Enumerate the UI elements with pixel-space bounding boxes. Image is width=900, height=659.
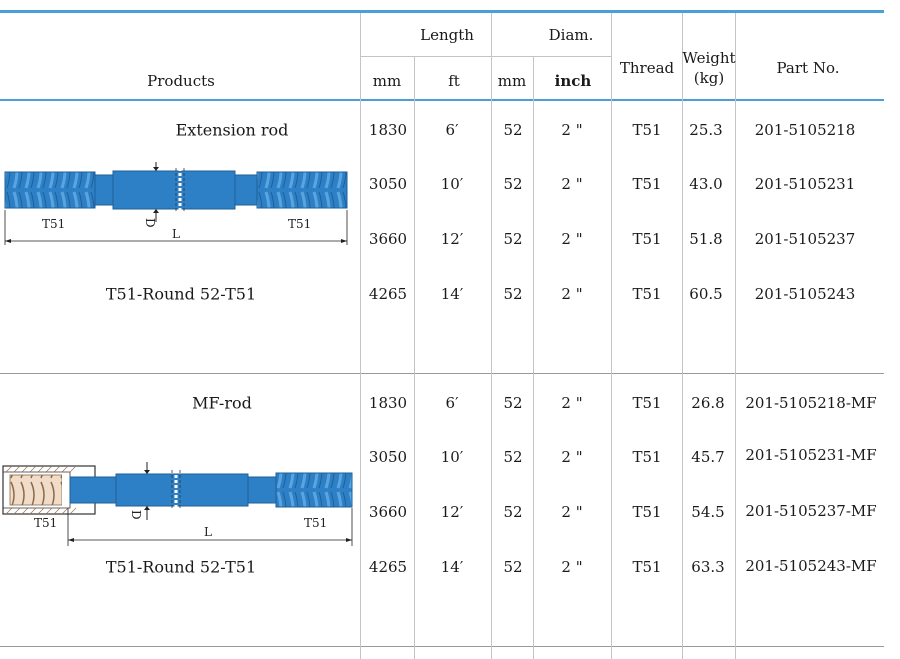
cell-mm: 4265 <box>368 285 408 303</box>
cell-diam-inch: 2 " <box>561 175 583 193</box>
extension-rod-title: Extension rod <box>175 120 289 140</box>
header-diam: Diam. <box>548 26 594 44</box>
cell-diam-inch: 2 " <box>561 558 583 576</box>
rod-body <box>115 473 249 507</box>
header-diam-inch: inch <box>554 72 592 90</box>
cell-part-no: 201-5105218 <box>754 121 856 139</box>
cell-ft: 12′ <box>440 503 464 521</box>
cell-thread: T51 <box>632 285 662 303</box>
cell-ft: 6′ <box>445 394 459 412</box>
cell-thread: T51 <box>632 175 662 193</box>
header-products: Products <box>147 72 215 90</box>
header-part-no: Part No. <box>776 59 840 77</box>
cell-weight: 51.8 <box>689 230 723 248</box>
header-weight-unit: (kg) <box>693 69 725 87</box>
cell-thread: T51 <box>632 230 662 248</box>
left-thread-label: T51 <box>42 217 65 231</box>
length-dimension-label: L <box>204 525 212 539</box>
cell-diam-inch: 2 " <box>561 394 583 412</box>
cell-weight: 45.7 <box>691 448 725 466</box>
column-divider <box>611 13 612 659</box>
cell-mm: 3050 <box>368 175 408 193</box>
section-separator-bottom <box>0 646 884 647</box>
header-bottom-rule <box>0 99 884 101</box>
cell-mm: 1830 <box>368 121 408 139</box>
female-thread <box>9 474 63 506</box>
cell-ft: 10′ <box>440 448 464 466</box>
cell-thread: T51 <box>632 558 662 576</box>
cell-ft: 14′ <box>440 285 464 303</box>
cell-thread: T51 <box>632 121 662 139</box>
cell-diam-mm: 52 <box>503 503 523 521</box>
cell-diam-inch: 2 " <box>561 121 583 139</box>
left-thread-label: T51 <box>34 516 57 530</box>
cell-diam-inch: 2 " <box>561 448 583 466</box>
mf-rod-diagram: T51 T51 L D <box>2 462 353 546</box>
cell-weight: 63.3 <box>691 558 725 576</box>
cell-diam-mm: 52 <box>503 175 523 193</box>
cell-mm: 3050 <box>368 448 408 466</box>
cell-weight: 25.3 <box>689 121 723 139</box>
cell-mm: 3660 <box>368 503 408 521</box>
cell-diam-mm: 52 <box>503 121 523 139</box>
cell-part-no: 201-5105231-MF <box>745 446 877 464</box>
header-weight: Weight <box>682 49 736 67</box>
right-thread-section <box>256 171 348 209</box>
header-thread: Thread <box>619 59 675 77</box>
mf-rod-subtitle: T51-Round 52-T51 <box>105 557 257 577</box>
section-separator <box>0 373 884 374</box>
cell-weight: 43.0 <box>689 175 723 193</box>
left-thread-section <box>4 171 96 209</box>
cell-part-no: 201-5105237-MF <box>745 502 877 520</box>
cell-part-no: 201-5105243 <box>754 285 856 303</box>
right-thread-section <box>275 472 353 508</box>
right-thread-label: T51 <box>288 217 311 231</box>
length-dimension-label: L <box>172 227 180 241</box>
cell-part-no: 201-5105243-MF <box>745 557 877 575</box>
cell-ft: 14′ <box>440 558 464 576</box>
cell-diam-mm: 52 <box>503 285 523 303</box>
cell-diam-inch: 2 " <box>561 285 583 303</box>
cell-weight: 26.8 <box>691 394 725 412</box>
cell-diam-mm: 52 <box>503 394 523 412</box>
header-sub-rule <box>360 56 611 57</box>
cell-thread: T51 <box>632 503 662 521</box>
cell-mm: 3660 <box>368 230 408 248</box>
cell-diam-inch: 2 " <box>561 503 583 521</box>
cell-ft: 12′ <box>440 230 464 248</box>
rod-body <box>112 170 236 210</box>
table-top-rule <box>0 10 884 13</box>
column-divider <box>533 56 534 659</box>
column-divider <box>491 13 492 659</box>
cell-part-no: 201-5105237 <box>754 230 856 248</box>
cell-part-no: 201-5105231 <box>754 175 856 193</box>
column-divider <box>360 13 361 659</box>
column-divider <box>735 13 736 659</box>
header-length: Length <box>420 26 474 44</box>
diameter-dimension-label: D <box>143 218 157 228</box>
cell-mm: 1830 <box>368 394 408 412</box>
cell-thread: T51 <box>632 448 662 466</box>
cell-weight: 54.5 <box>691 503 725 521</box>
cell-diam-inch: 2 " <box>561 230 583 248</box>
header-length-mm: mm <box>372 72 402 90</box>
header-length-ft: ft <box>448 72 460 90</box>
cell-diam-mm: 52 <box>503 230 523 248</box>
cell-mm: 4265 <box>368 558 408 576</box>
right-thread-label: T51 <box>304 516 327 530</box>
diameter-dimension-label: D <box>129 510 143 520</box>
cell-ft: 6′ <box>445 121 459 139</box>
header-diam-mm: mm <box>497 72 527 90</box>
extension-rod-subtitle: T51-Round 52-T51 <box>105 284 257 304</box>
cell-weight: 60.5 <box>689 285 723 303</box>
cell-diam-mm: 52 <box>503 448 523 466</box>
column-divider <box>682 13 683 659</box>
cell-ft: 10′ <box>440 175 464 193</box>
mf-rod-title: MF-rod <box>192 393 252 413</box>
cell-part-no: 201-5105218-MF <box>745 394 877 412</box>
extension-rod-diagram: T51 T51 L D <box>4 162 348 245</box>
column-divider <box>414 56 415 659</box>
cell-diam-mm: 52 <box>503 558 523 576</box>
cell-thread: T51 <box>632 394 662 412</box>
